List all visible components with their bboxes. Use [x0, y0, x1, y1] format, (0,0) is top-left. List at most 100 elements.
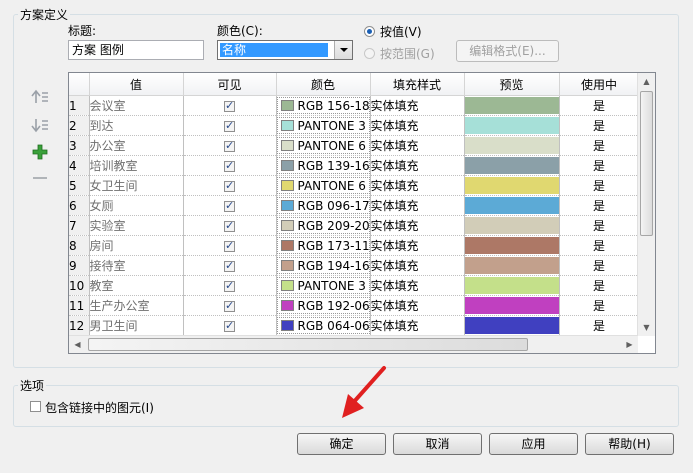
remove-row-icon[interactable] — [30, 170, 50, 190]
row-color-cell[interactable]: RGB 192-06 — [276, 295, 371, 316]
row-visible-cell[interactable] — [183, 175, 277, 196]
row-fill-pattern[interactable]: 实体填充 — [370, 135, 465, 156]
table-row[interactable]: 11生产办公室 RGB 192-06实体填充 是 — [69, 295, 640, 316]
row-color-cell[interactable]: RGB 194-16 — [276, 255, 371, 276]
row-value[interactable]: 办公室 — [89, 135, 184, 156]
table-row[interactable]: 3办公室 PANTONE 6 实体填充 是 — [69, 135, 640, 156]
row-visible-checkbox[interactable] — [224, 159, 235, 172]
row-color-cell[interactable]: RGB 209-20 — [276, 215, 371, 236]
table-row[interactable]: 1会议室 RGB 156-18实体填充 是 — [69, 95, 640, 116]
row-fill-pattern[interactable]: 实体填充 — [370, 255, 465, 276]
row-visible-cell[interactable] — [183, 155, 277, 176]
row-value[interactable]: 女厕 — [89, 195, 184, 216]
row-color-cell[interactable]: PANTONE 6 — [276, 135, 371, 156]
row-fill-pattern[interactable]: 实体填充 — [370, 315, 465, 336]
row-fill-pattern[interactable]: 实体填充 — [370, 95, 465, 116]
radio-by-value[interactable] — [364, 26, 375, 37]
table-row[interactable]: 10教室 PANTONE 3 实体填充 是 — [69, 275, 640, 296]
include-linked-checkbox[interactable] — [30, 401, 41, 412]
row-fill-pattern[interactable]: 实体填充 — [370, 175, 465, 196]
table-row[interactable]: 8房间 RGB 173-11实体填充 是 — [69, 235, 640, 256]
vertical-scrollbar[interactable]: ▲ ▼ — [637, 73, 655, 336]
row-visible-checkbox[interactable] — [224, 139, 235, 152]
row-value[interactable]: 到达 — [89, 115, 184, 136]
row-color-cell[interactable]: RGB 096-17 — [276, 195, 371, 216]
row-visible-cell[interactable] — [183, 195, 277, 216]
apply-button[interactable]: 应用 — [489, 433, 578, 455]
row-visible-cell[interactable] — [183, 95, 277, 116]
row-value[interactable]: 培训教室 — [89, 155, 184, 176]
vertical-scroll-thumb[interactable] — [640, 91, 653, 236]
table-row[interactable]: 12男卫生间 RGB 064-06实体填充 是 — [69, 315, 640, 336]
row-visible-checkbox[interactable] — [224, 119, 235, 132]
row-fill-pattern[interactable]: 实体填充 — [370, 275, 465, 296]
row-visible-cell[interactable] — [183, 215, 277, 236]
row-visible-checkbox[interactable] — [224, 199, 235, 212]
column-header-fill-pattern[interactable]: 填充样式 — [370, 73, 465, 96]
row-value[interactable]: 会议室 — [89, 95, 184, 116]
row-value[interactable]: 生产办公室 — [89, 295, 184, 316]
scroll-left-icon[interactable]: ◀ — [69, 336, 86, 353]
row-value[interactable]: 接待室 — [89, 255, 184, 276]
row-visible-cell[interactable] — [183, 295, 277, 316]
scroll-right-icon[interactable]: ▶ — [621, 336, 638, 353]
move-row-down-icon[interactable] — [30, 117, 50, 137]
row-visible-cell[interactable] — [183, 235, 277, 256]
column-header-value[interactable]: 值 — [89, 73, 184, 96]
row-visible-checkbox[interactable] — [224, 99, 235, 112]
row-value[interactable]: 实验室 — [89, 215, 184, 236]
add-row-icon[interactable] — [30, 144, 50, 164]
row-color-cell[interactable]: RGB 064-06 — [276, 315, 371, 336]
row-visible-checkbox[interactable] — [224, 319, 235, 332]
color-select[interactable]: 名称 — [217, 40, 353, 60]
table-row[interactable]: 2到达 PANTONE 3 实体填充 是 — [69, 115, 640, 136]
row-fill-pattern[interactable]: 实体填充 — [370, 195, 465, 216]
table-row[interactable]: 6女厕 RGB 096-17实体填充 是 — [69, 195, 640, 216]
table-row[interactable]: 4培训教室 RGB 139-16实体填充 是 — [69, 155, 640, 176]
row-fill-pattern[interactable]: 实体填充 — [370, 115, 465, 136]
row-visible-checkbox[interactable] — [224, 239, 235, 252]
column-header-color[interactable]: 颜色 — [276, 73, 371, 96]
chevron-down-icon[interactable] — [334, 41, 352, 59]
column-header-visible[interactable]: 可见 — [183, 73, 277, 96]
table-row[interactable]: 5女卫生间 PANTONE 6 实体填充 是 — [69, 175, 640, 196]
row-value[interactable]: 教室 — [89, 275, 184, 296]
row-fill-pattern[interactable]: 实体填充 — [370, 215, 465, 236]
column-header-in-use[interactable]: 使用中 — [559, 73, 640, 96]
scroll-down-icon[interactable]: ▼ — [638, 319, 655, 336]
row-visible-cell[interactable] — [183, 255, 277, 276]
row-visible-checkbox[interactable] — [224, 259, 235, 272]
row-value[interactable]: 男卫生间 — [89, 315, 184, 336]
table-row[interactable]: 7实验室 RGB 209-20实体填充 是 — [69, 215, 640, 236]
row-color-cell[interactable]: RGB 156-18 — [276, 95, 371, 116]
scroll-up-icon[interactable]: ▲ — [638, 73, 655, 90]
radio-by-range[interactable] — [364, 48, 375, 59]
help-button[interactable]: 帮助(H) — [585, 433, 674, 455]
row-visible-cell[interactable] — [183, 135, 277, 156]
horizontal-scrollbar[interactable]: ◀ ▶ — [69, 335, 638, 353]
row-color-cell[interactable]: PANTONE 3 — [276, 275, 371, 296]
row-value[interactable]: 房间 — [89, 235, 184, 256]
column-header-preview[interactable]: 预览 — [464, 73, 560, 96]
move-row-up-icon[interactable] — [30, 89, 50, 109]
row-color-cell[interactable]: PANTONE 6 — [276, 175, 371, 196]
edit-format-button[interactable]: 编辑格式(E)... — [456, 40, 559, 62]
table-row[interactable]: 9接待室 RGB 194-16实体填充 是 — [69, 255, 640, 276]
row-fill-pattern[interactable]: 实体填充 — [370, 295, 465, 316]
title-input[interactable]: 方案 图例 — [68, 40, 204, 60]
row-visible-checkbox[interactable] — [224, 219, 235, 232]
row-fill-pattern[interactable]: 实体填充 — [370, 235, 465, 256]
row-fill-pattern[interactable]: 实体填充 — [370, 155, 465, 176]
row-visible-cell[interactable] — [183, 275, 277, 296]
row-color-cell[interactable]: RGB 173-11 — [276, 235, 371, 256]
row-visible-cell[interactable] — [183, 315, 277, 336]
row-visible-checkbox[interactable] — [224, 299, 235, 312]
row-visible-checkbox[interactable] — [224, 179, 235, 192]
horizontal-scroll-thumb[interactable] — [88, 338, 528, 351]
row-color-cell[interactable]: RGB 139-16 — [276, 155, 371, 176]
row-visible-cell[interactable] — [183, 115, 277, 136]
cancel-button[interactable]: 取消 — [393, 433, 482, 455]
ok-button[interactable]: 确定 — [297, 433, 386, 455]
row-visible-checkbox[interactable] — [224, 279, 235, 292]
row-value[interactable]: 女卫生间 — [89, 175, 184, 196]
